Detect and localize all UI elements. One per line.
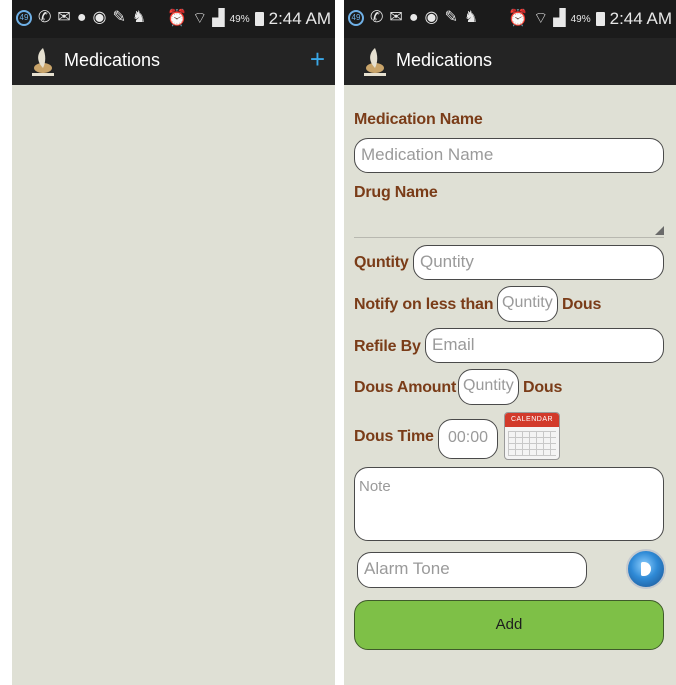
app-bar: Medications + — [12, 38, 335, 85]
battery-icon — [254, 12, 264, 26]
dropdown-arrow-icon — [655, 226, 664, 235]
add-medication-button[interactable]: + — [310, 44, 325, 75]
dous-amount-input[interactable]: Quntity — [458, 369, 519, 405]
app-logo-icon — [364, 48, 386, 76]
refile-by-label: Refile By — [354, 338, 421, 355]
chat-icon: ● — [76, 9, 87, 26]
status-bar: 49 ✆ ✉ ● ◉ ✎ ♞ ⏰ ⌔ ▟ 49% 2:44 AM — [344, 0, 676, 38]
status-icons: 49 ✆ ✉ ● ◉ ✎ ♞ — [348, 10, 478, 26]
refile-email-input[interactable]: Email — [425, 328, 664, 363]
alarm-icon: ⏰ — [508, 10, 529, 27]
notification-count-icon: 49 — [16, 10, 32, 26]
quantity-label: Quntity — [354, 254, 409, 271]
talk-icon: ◉ — [424, 9, 439, 26]
calendar-caption: CALENDAR — [505, 413, 559, 427]
dous-amount-label: Dous Amount — [354, 379, 457, 396]
messenger-icon: ✉ — [57, 9, 71, 26]
calendar-icon[interactable]: CALENDAR — [504, 412, 560, 460]
medications-list-screen: 49 ✆ ✉ ● ◉ ✎ ♞ ⏰ ⌔ ▟ 49% 2:44 AM Medicat… — [12, 0, 335, 685]
dous-time-input[interactable]: 00:00 — [438, 419, 498, 459]
status-right: ⏰ ⌔ ▟ 49% 2:44 AM — [508, 9, 672, 29]
add-medication-screen: 49 ✆ ✉ ● ◉ ✎ ♞ ⏰ ⌔ ▟ 49% 2:44 AM Medicat… — [344, 0, 676, 685]
notify-quantity-input[interactable]: Quntity — [497, 286, 558, 322]
add-button[interactable]: Add — [354, 600, 664, 650]
whatsapp-icon: ✆ — [370, 9, 384, 26]
medication-name-label: Medication Name — [354, 111, 483, 128]
medication-list — [12, 85, 335, 685]
alarm-tone-picker-icon[interactable] — [626, 549, 666, 589]
pen-icon: ✎ — [444, 9, 458, 26]
chat-icon: ● — [408, 9, 419, 26]
app-bar: Medications — [344, 38, 676, 85]
notify-label: Notify on less than — [354, 296, 494, 313]
dous-time-label: Dous Time — [354, 428, 434, 445]
wifi-icon: ⌔ — [533, 10, 549, 27]
wifi-icon: ⌔ — [192, 10, 208, 27]
medication-name-input[interactable]: Medication Name — [354, 138, 664, 173]
messenger-icon: ✉ — [389, 9, 403, 26]
signal-icon: ▟ — [553, 10, 566, 27]
clock: 2:44 AM — [609, 9, 672, 28]
battery-icon — [595, 12, 605, 26]
note-textarea[interactable]: Note — [354, 467, 664, 541]
app-title: Medications — [396, 50, 493, 70]
drug-name-spinner[interactable] — [354, 213, 664, 238]
dous-amount-unit-label: Dous — [523, 379, 563, 396]
app-logo-icon — [32, 48, 54, 76]
app-title: Medications — [64, 50, 161, 70]
signal-icon: ▟ — [212, 10, 225, 27]
status-right: ⏰ ⌔ ▟ 49% 2:44 AM — [167, 9, 331, 29]
whatsapp-icon: ✆ — [38, 9, 52, 26]
quantity-input[interactable]: Quntity — [413, 245, 664, 280]
notification-count-icon: 49 — [348, 10, 364, 26]
calendar-grid — [508, 431, 556, 456]
pen-icon: ✎ — [112, 9, 126, 26]
alarm-tone-input[interactable]: Alarm Tone — [357, 552, 587, 588]
pet-icon: ♞ — [131, 9, 147, 26]
status-bar: 49 ✆ ✉ ● ◉ ✎ ♞ ⏰ ⌔ ▟ 49% 2:44 AM — [12, 0, 335, 38]
drug-name-label: Drug Name — [354, 184, 438, 201]
clock: 2:44 AM — [268, 9, 331, 28]
pet-icon: ♞ — [463, 9, 479, 26]
battery-percent: 49% — [570, 13, 591, 25]
alarm-icon: ⏰ — [167, 10, 188, 27]
status-icons: 49 ✆ ✉ ● ◉ ✎ ♞ — [16, 10, 146, 26]
talk-icon: ◉ — [92, 9, 107, 26]
notify-unit-label: Dous — [562, 296, 602, 313]
battery-percent: 49% — [229, 13, 250, 25]
